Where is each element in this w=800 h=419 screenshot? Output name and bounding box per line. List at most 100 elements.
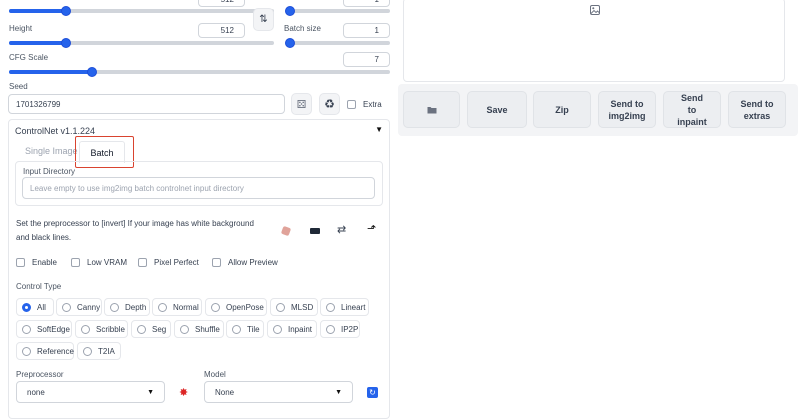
recycle-icon: ♻ [324,97,335,111]
control-type-reference[interactable]: Reference [16,342,74,360]
control-type-label-lineart: Lineart [341,302,366,312]
upload-arrow-icon: ⬏ [367,223,377,235]
tab-single-image[interactable]: Single Image [25,146,78,156]
batch-count-slider[interactable] [285,6,390,16]
preprocessor-label: Preprocessor [16,370,64,379]
control-type-softedge[interactable]: SoftEdge [16,320,72,338]
control-type-t2ia[interactable]: T2IA [77,342,121,360]
width-slider-thumb[interactable] [61,6,71,16]
swap-dimensions-button[interactable]: ⇅ [253,8,274,31]
cfg-scale-slider-thumb[interactable] [87,67,97,77]
allow-preview-checkbox-box[interactable] [212,258,221,267]
control-type-normal[interactable]: Normal [152,298,202,316]
control-type-label: Control Type [16,282,62,291]
allow-preview-checkbox-label: Allow Preview [228,258,278,267]
cfg-scale-label: CFG Scale [9,53,49,62]
radio-dot [83,346,92,356]
send-dimensions-button[interactable]: ⬏ [367,222,376,235]
control-type-ip2p[interactable]: IP2P [320,320,360,338]
pixel-perfect-checkbox-box[interactable] [138,258,147,267]
zip-button[interactable]: Zip [533,91,591,128]
control-type-label-scribble: Scribble [96,324,125,334]
batch-size-slider[interactable] [285,38,390,48]
cfg-scale-slider[interactable] [9,67,390,77]
control-type-label-depth: Depth [125,302,147,312]
clear-image-button[interactable] [280,225,292,237]
batch-size-label: Batch size [284,24,321,33]
radio-dot [276,302,285,312]
control-type-depth[interactable]: Depth [104,298,150,316]
reuse-seed-button[interactable]: ♻ [319,93,340,115]
refresh-models-button[interactable]: ↻ [367,387,378,398]
chevron-down-icon: ▼ [147,389,154,396]
height-value[interactable]: 512 [198,23,245,38]
extra-checkbox-label: Extra [363,100,382,109]
control-type-mlsd[interactable]: MLSD [270,298,318,316]
chevron-down-icon: ▼ [335,389,342,396]
controlnet-header[interactable]: ControlNet v1.1.224 ▼ [8,119,390,139]
radio-dot [326,324,335,334]
dice-icon: ⚄ [296,98,307,111]
low-vram-checkbox-box[interactable] [71,258,80,267]
control-type-label-all: All [37,302,46,312]
radio-dot [180,324,189,334]
width-slider[interactable] [9,6,274,16]
enable-checkbox[interactable]: Enable [16,258,57,267]
preprocessor-select[interactable]: none ▼ [16,381,165,403]
width-value[interactable]: 512 [198,0,245,7]
image-output-panel [403,0,785,82]
control-type-label-mlsd: MLSD [291,302,314,312]
batch-size-slider-thumb[interactable] [285,38,295,48]
send-to-img2img-button[interactable]: Send to img2img [598,91,656,128]
swap-direction-button[interactable]: ⇄ [337,223,346,236]
run-preprocessor-button[interactable]: ✸ [179,386,188,399]
collapse-toggle-icon[interactable]: ▼ [375,125,383,134]
extra-checkbox-box[interactable] [347,100,356,109]
open-folder-button[interactable] [403,91,460,128]
cfg-scale-value[interactable]: 7 [343,52,390,67]
width-slider-fill [9,9,64,13]
send-to-extras-button[interactable]: Send to extras [728,91,786,128]
control-type-lineart[interactable]: Lineart [320,298,369,316]
input-directory-field[interactable]: Leave empty to use img2img batch control… [22,177,375,199]
enable-checkbox-box[interactable] [16,258,25,267]
swap-icon: ⇅ [259,14,268,25]
control-type-scribble[interactable]: Scribble [75,320,128,338]
radio-dot [22,302,31,312]
refresh-icon: ↻ [369,388,376,397]
radio-dot [81,324,90,334]
seed-input[interactable]: 1701326799 [8,94,285,114]
control-type-label-softedge: SoftEdge [37,324,70,334]
open-camera-button[interactable] [309,225,321,237]
control-type-inpaint[interactable]: Inpaint [267,320,317,338]
random-seed-button[interactable]: ⚄ [291,93,312,115]
batch-count-value[interactable]: 1 [343,0,390,7]
extra-seed-checkbox[interactable]: Extra [347,100,382,109]
pixel-perfect-checkbox[interactable]: Pixel Perfect [138,258,199,267]
batch-count-slider-thumb[interactable] [285,6,295,16]
height-slider[interactable] [9,38,274,48]
send-to-inpaint-button[interactable]: Send to inpaint [663,91,721,128]
invert-hint-text: Set the preprocessor to [invert] If your… [16,219,254,242]
allow-preview-checkbox[interactable]: Allow Preview [212,258,278,267]
model-select[interactable]: None ▼ [204,381,353,403]
batch-size-value[interactable]: 1 [343,23,390,38]
eraser-icon [280,225,292,237]
save-button[interactable]: Save [467,91,527,128]
control-type-openpose[interactable]: OpenPose [205,298,267,316]
height-slider-thumb[interactable] [61,38,71,48]
low-vram-checkbox[interactable]: Low VRAM [71,258,127,267]
control-type-seg[interactable]: Seg [131,320,171,338]
image-placeholder-icon [590,5,600,15]
control-type-canny[interactable]: Canny [56,298,102,316]
control-type-tile[interactable]: Tile [226,320,264,338]
control-type-label-t2ia: T2IA [98,346,115,356]
camera-icon [310,228,320,234]
control-type-label-reference: Reference [37,346,74,356]
model-value: None [215,388,235,397]
preprocessor-value: none [27,388,45,397]
enable-checkbox-label: Enable [32,258,57,267]
control-type-shuffle[interactable]: Shuffle [174,320,224,338]
control-type-label-ip2p: IP2P [341,324,359,334]
control-type-all[interactable]: All [16,298,54,316]
